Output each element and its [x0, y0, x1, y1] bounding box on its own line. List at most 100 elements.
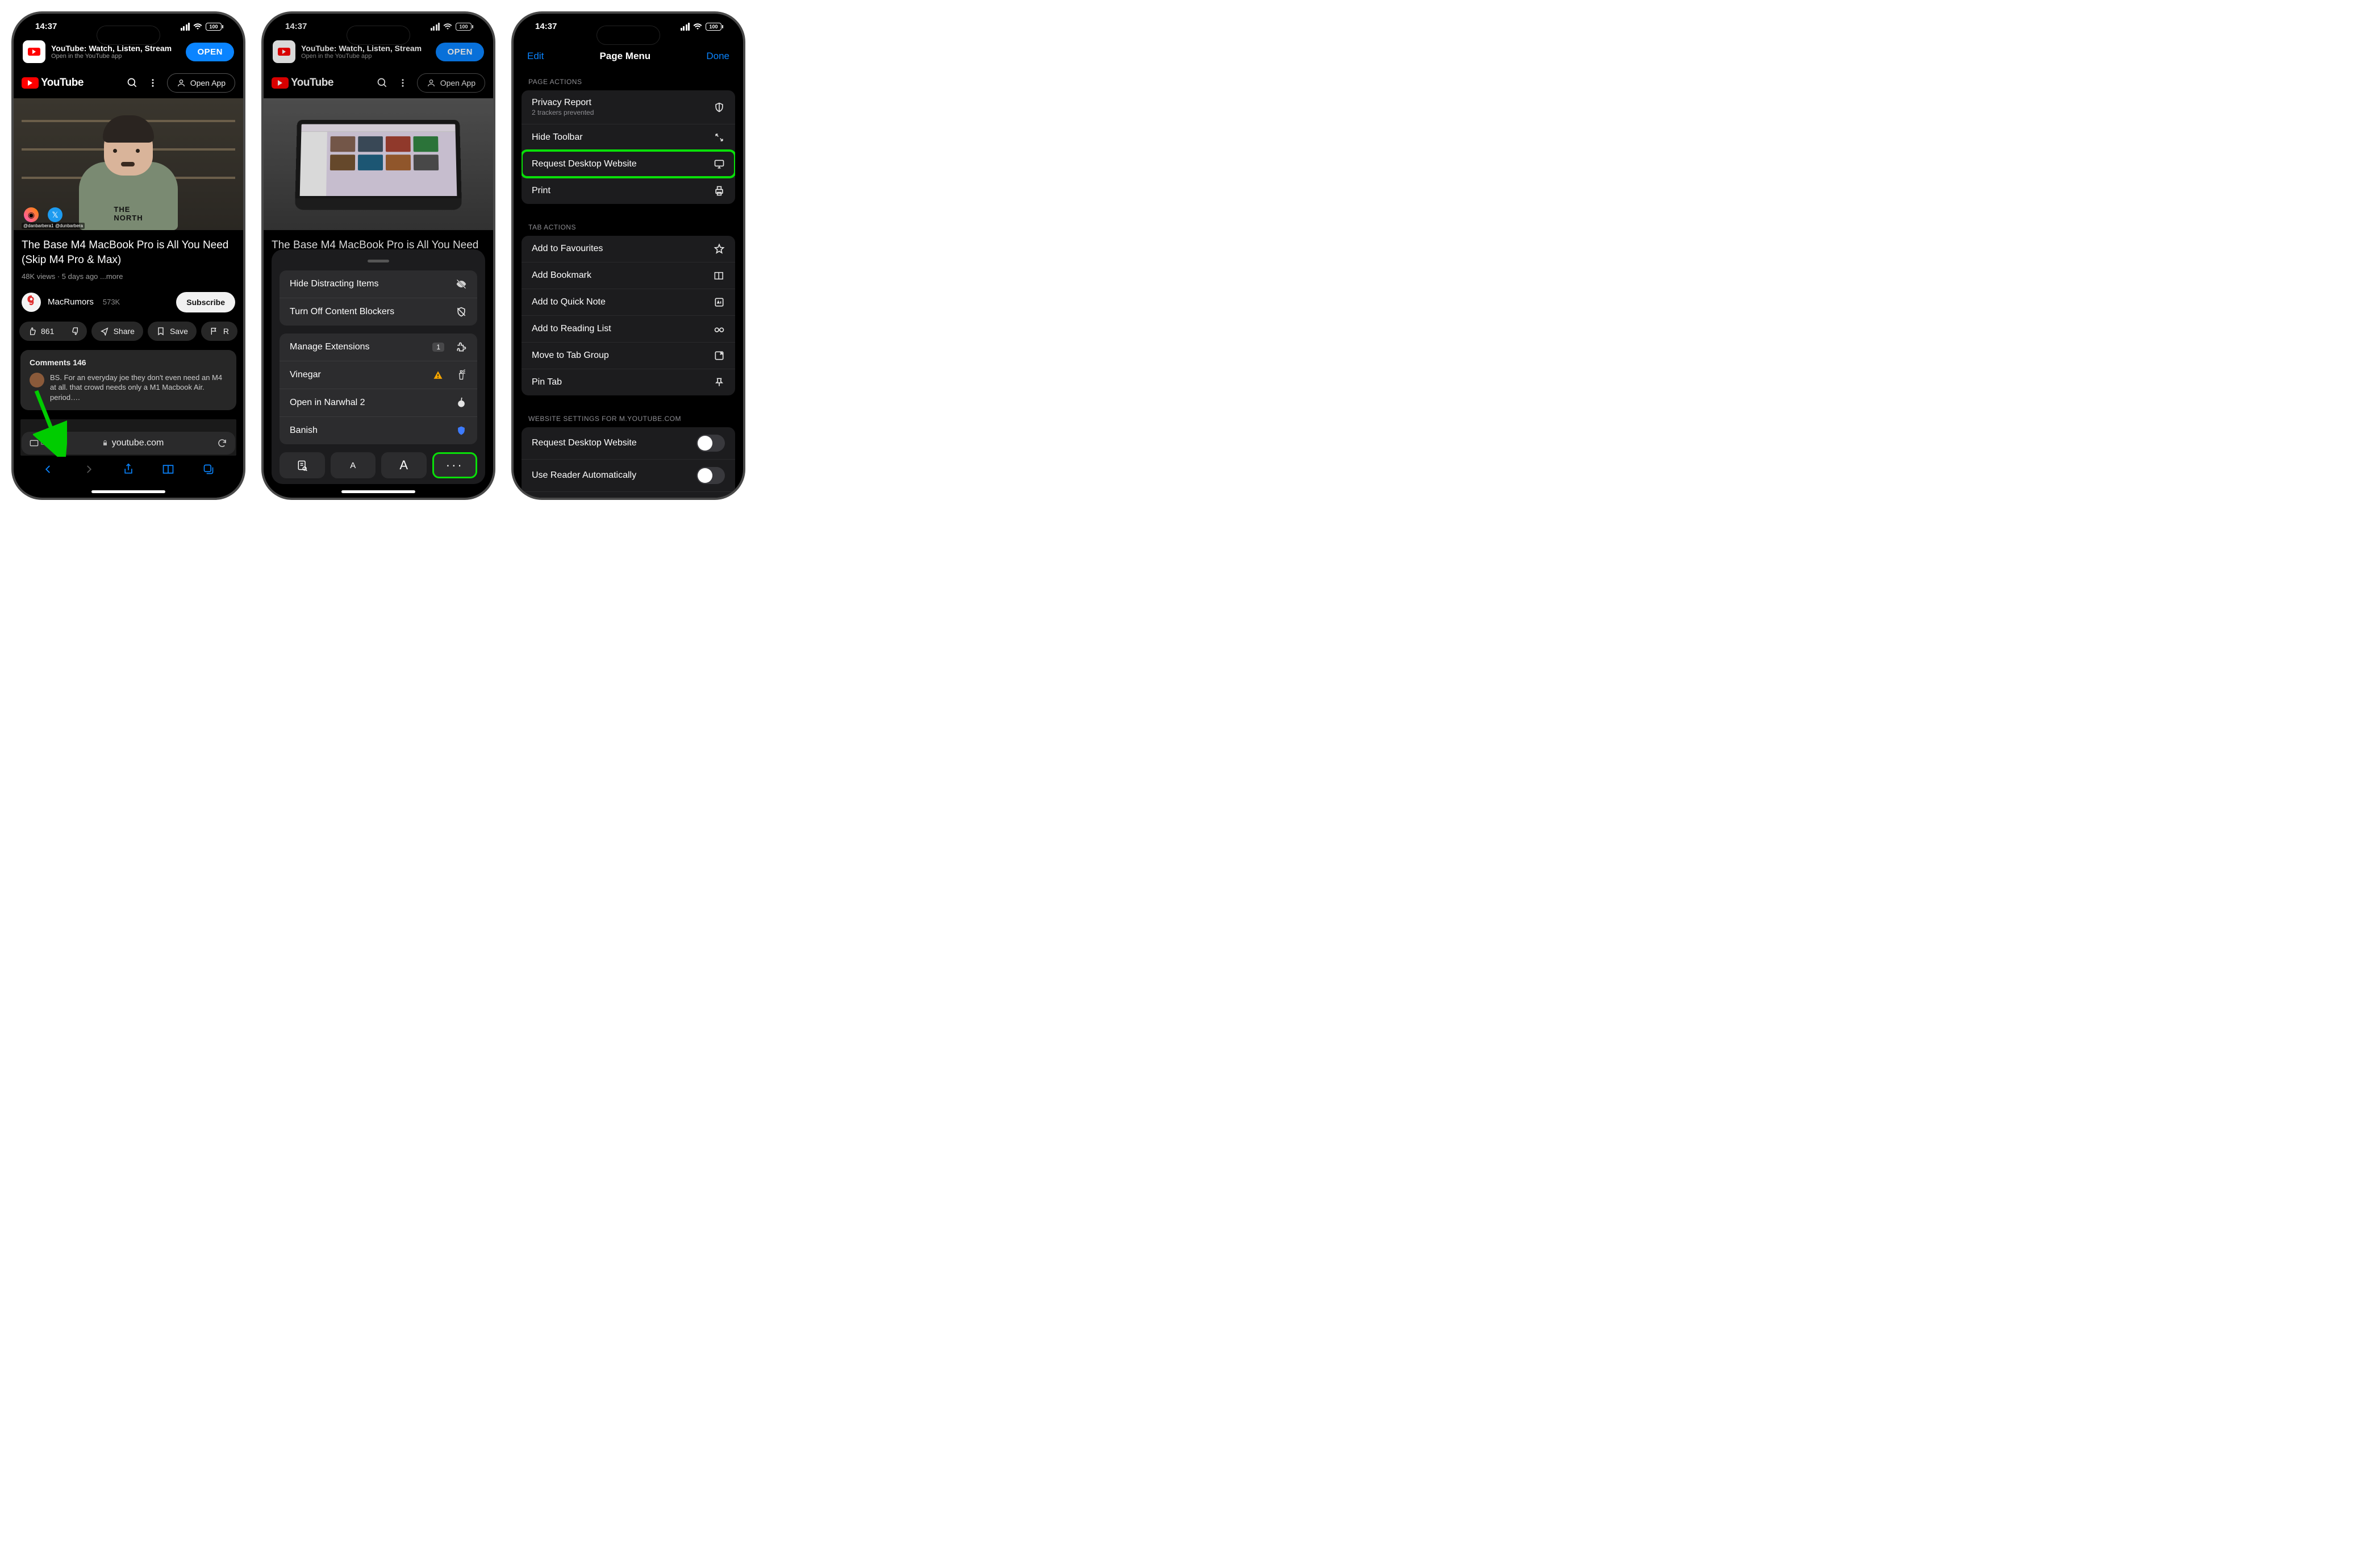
content-blockers-button[interactable]: Turn Off Content Blockers [280, 298, 477, 326]
add-favourites-item[interactable]: Add to Favourites [522, 236, 735, 262]
channel-name: MacRumors [48, 297, 94, 307]
add-bookmark-item[interactable]: Add Bookmark [522, 262, 735, 289]
privacy-report-item[interactable]: Privacy Report2 trackers prevented [522, 90, 735, 124]
manage-extensions-button[interactable]: Manage Extensions 1 [280, 333, 477, 361]
extension-banish[interactable]: Banish [280, 416, 477, 444]
dislike-button[interactable] [62, 322, 86, 341]
tab-group-item[interactable]: Move to Tab Group [522, 342, 735, 369]
save-button[interactable]: Save [148, 322, 197, 341]
star-icon [714, 243, 725, 255]
subscribe-button[interactable]: Subscribe [176, 292, 235, 312]
phone-screen-3: 14:37 100 Edit Page Menu Done PAGE ACTIO… [511, 11, 745, 500]
page-menu-header: Edit Page Menu Done [514, 35, 743, 72]
lock-icon [102, 440, 109, 447]
signal-icon [681, 23, 690, 31]
reading-list-item[interactable]: Add to Reading List [522, 315, 735, 342]
ext-count-badge: 1 [432, 343, 444, 352]
tabs-button[interactable] [201, 461, 216, 477]
status-time: 14:37 [535, 22, 557, 31]
instagram-icon: ◉ [24, 207, 39, 222]
home-indicator[interactable] [91, 490, 165, 493]
wifi-icon [193, 23, 202, 30]
battery-icon: 100 [706, 23, 721, 31]
wifi-icon [693, 23, 702, 30]
printer-icon [714, 185, 725, 197]
page-title: Page Menu [599, 51, 650, 62]
actions-row: 861 Share Save R [14, 322, 243, 341]
person-icon [177, 78, 186, 87]
share-icon [100, 327, 109, 336]
more-actions-button[interactable]: ··· [432, 452, 478, 478]
text-smaller-button[interactable]: A [331, 452, 376, 478]
pin-tab-item[interactable]: Pin Tab [522, 369, 735, 395]
twitter-icon: 𝕏 [48, 207, 62, 222]
status-bar: 14:37 100 [514, 14, 743, 35]
book-icon [714, 270, 725, 281]
narwhal-icon [456, 397, 467, 408]
status-bar: 14:37 100 [14, 14, 243, 35]
more-vert-icon[interactable] [147, 77, 159, 89]
app-promo-banner[interactable]: YouTube: Watch, Listen, Stream Open in t… [14, 35, 243, 70]
battery-icon: 100 [206, 23, 222, 31]
comments-title: Comments 146 [30, 358, 227, 367]
bookmarks-button[interactable] [160, 461, 176, 477]
shield-half-icon [714, 102, 725, 113]
like-button[interactable]: 861 [19, 322, 62, 341]
video-player[interactable]: THENORTH ◉ 𝕏 @danbarbera1 @dunbarbera [14, 98, 243, 230]
quick-note-item[interactable]: Add to Quick Note [522, 289, 735, 315]
shield-off-icon [456, 306, 467, 318]
phone-screen-1: 14:37 100 YouTube: Watch, Listen, Stream… [11, 11, 245, 500]
request-desktop-item[interactable]: Request Desktop Website [522, 151, 735, 177]
reader-mode-button[interactable] [280, 452, 325, 478]
done-button[interactable]: Done [706, 51, 729, 62]
open-app-button[interactable]: OPEN [186, 43, 234, 61]
reload-icon[interactable] [217, 438, 227, 448]
section-tab-actions: TAB ACTIONS [514, 218, 743, 236]
report-button[interactable]: R [201, 322, 237, 341]
safari-address-bar[interactable]: youtube.com [22, 432, 235, 454]
flag-icon [210, 327, 219, 336]
hide-distracting-button[interactable]: Hide Distracting Items [280, 270, 477, 298]
toggle-content-blockers[interactable]: Use Content Blockers [522, 491, 735, 498]
text-larger-button[interactable]: A [381, 452, 427, 478]
channel-row[interactable]: MacRumors 573K Subscribe [14, 283, 243, 322]
share-button[interactable] [120, 461, 136, 477]
drag-grabber[interactable] [368, 260, 389, 262]
desktop-icon [714, 159, 725, 170]
video-title: The Base M4 MacBook Pro is All You Need … [14, 230, 243, 269]
youtube-logo[interactable]: YouTube [22, 77, 118, 89]
back-button[interactable] [40, 461, 56, 477]
home-indicator[interactable] [341, 490, 415, 493]
pin-icon [714, 377, 725, 388]
share-button[interactable]: Share [91, 322, 143, 341]
section-website-settings: WEBSITE SETTINGS FOR M.YOUTUBE.COM [514, 409, 743, 427]
extension-narwhal[interactable]: Open in Narwhal 2 [280, 389, 477, 416]
puzzle-icon [456, 341, 467, 353]
edit-button[interactable]: Edit [527, 51, 544, 62]
open-app-chip[interactable]: Open App [167, 73, 235, 93]
reader-icon [297, 460, 308, 471]
toggle-reader[interactable]: Use Reader Automatically [522, 459, 735, 491]
page-format-icon[interactable] [30, 439, 48, 447]
phone-screen-2: 14:37 100 YouTube: Watch, Listen, Stream… [261, 11, 495, 500]
comment-text: BS. For an everyday joe they don't even … [50, 373, 227, 403]
video-meta[interactable]: 48K views · 5 days ago ...more [14, 270, 243, 283]
url-text: youtube.com [112, 438, 164, 448]
toggle-switch[interactable] [696, 467, 725, 484]
status-time: 14:37 [35, 22, 57, 31]
eye-off-icon [456, 278, 467, 290]
toggle-request-desktop[interactable]: Request Desktop Website [522, 427, 735, 459]
page-settings-panel: Hide Distracting Items Turn Off Content … [272, 249, 485, 484]
glasses-icon [714, 323, 725, 335]
shield-icon [456, 425, 467, 436]
forward-button [81, 461, 97, 477]
note-icon [714, 297, 725, 308]
section-page-actions: PAGE ACTIONS [514, 72, 743, 90]
search-icon[interactable] [126, 77, 139, 89]
tabgroup-icon [714, 350, 725, 361]
toggle-switch[interactable] [696, 435, 725, 452]
hide-toolbar-item[interactable]: Hide Toolbar [522, 124, 735, 151]
extension-vinegar[interactable]: Vinegar [280, 361, 477, 389]
comments-card[interactable]: Comments 146 BS. For an everyday joe the… [20, 350, 236, 411]
print-item[interactable]: Print [522, 177, 735, 204]
